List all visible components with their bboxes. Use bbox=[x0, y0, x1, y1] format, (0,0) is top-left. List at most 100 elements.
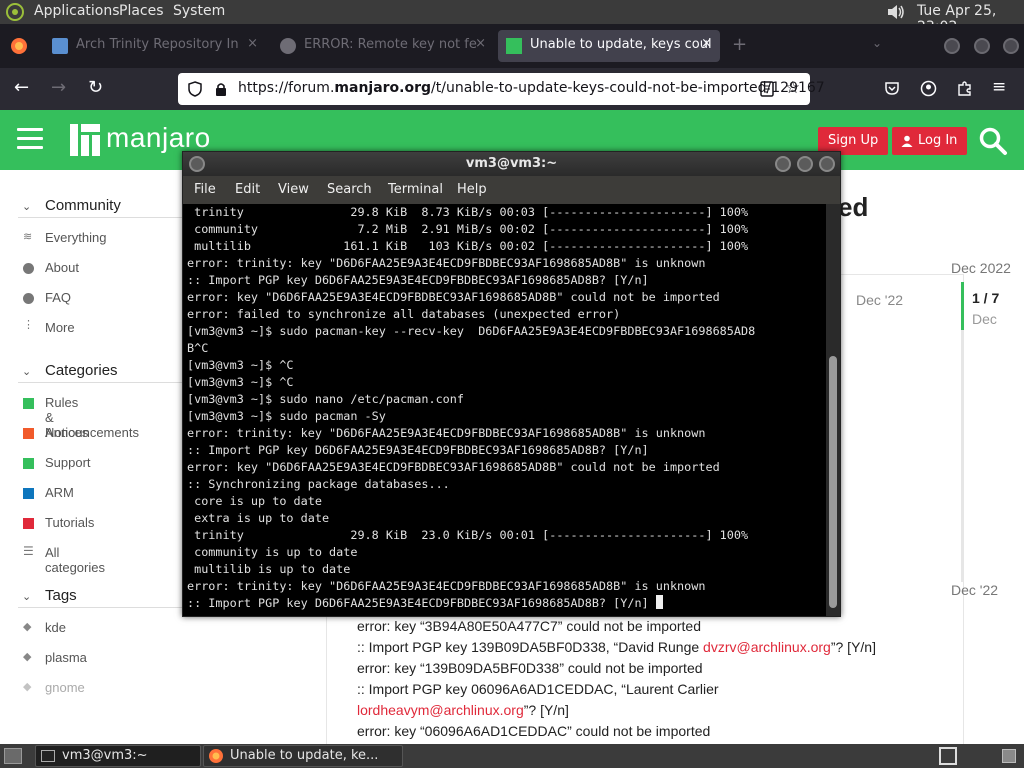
scrollbar-thumb[interactable] bbox=[829, 356, 837, 608]
tab-title: Arch Trinity Repository In bbox=[76, 37, 239, 52]
terminal-line: extra is up to date bbox=[187, 511, 330, 525]
section-title: Community bbox=[45, 197, 121, 214]
terminal-line: multilib 161.1 KiB 103 KiB/s 00:02 [----… bbox=[187, 239, 749, 253]
terminal-line: error: trinity: key "D6D6FAA25E9A3E4ECD9… bbox=[187, 426, 706, 440]
maximize-button[interactable] bbox=[797, 156, 813, 172]
system-logo-icon[interactable] bbox=[5, 2, 25, 22]
post-text-segment: ”? [Y/n] bbox=[523, 702, 569, 718]
places-menu[interactable]: Places bbox=[119, 3, 164, 19]
list-icon: ☰ bbox=[23, 544, 34, 558]
menu-help[interactable]: Help bbox=[457, 182, 487, 197]
post-date[interactable]: Dec '22 bbox=[856, 292, 903, 308]
hamburger-menu-icon[interactable] bbox=[17, 128, 43, 150]
app-menu-icon[interactable]: ≡ bbox=[992, 77, 1006, 97]
more-icon: ⋮ bbox=[23, 319, 34, 331]
chevron-down-icon: ⌄ bbox=[22, 591, 32, 603]
tab-github-error[interactable]: ERROR: Remote key not fe × bbox=[272, 30, 494, 62]
terminal-output[interactable]: trinity 29.8 KiB 8.73 KiB/s 00:03 [-----… bbox=[183, 204, 826, 616]
terminal-line: core is up to date bbox=[187, 494, 322, 508]
terminal-line: [vm3@vm3 ~]$ sudo nano /etc/pacman.conf bbox=[187, 392, 464, 406]
log-in-button[interactable]: Log In bbox=[892, 127, 968, 155]
sidebar-section-tags[interactable]: ⌄ Tags bbox=[18, 586, 188, 608]
post-body: error: key “3B94A80E50A477C7” could not … bbox=[357, 616, 876, 742]
menu-terminal[interactable]: Terminal bbox=[388, 182, 443, 197]
post-text-segment: error: key “3B94A80E50A477C7” could not … bbox=[357, 618, 701, 634]
github-favicon-icon bbox=[280, 38, 296, 54]
search-icon[interactable] bbox=[978, 126, 1008, 156]
forward-button[interactable]: → bbox=[51, 78, 66, 98]
bottom-panel: vm3@vm3:~ Unable to update, ke... bbox=[0, 744, 1024, 768]
firefox-icon bbox=[209, 749, 223, 763]
maximize-button[interactable] bbox=[974, 38, 990, 54]
terminal-titlebar[interactable]: vm3@vm3:~ bbox=[183, 152, 840, 176]
tab-close-icon[interactable]: × bbox=[701, 36, 712, 51]
url-text[interactable]: https://forum.manjaro.org/t/unable-to-up… bbox=[238, 80, 825, 96]
terminal-line: [vm3@vm3 ~]$ sudo pacman-key --recv-key … bbox=[187, 324, 756, 338]
reload-button[interactable]: ↻ bbox=[88, 78, 103, 98]
manjaro-favicon-icon bbox=[506, 38, 522, 54]
reader-view-icon[interactable] bbox=[760, 81, 774, 97]
menu-view[interactable]: View bbox=[278, 182, 309, 197]
manjaro-logo-text[interactable]: manjaro bbox=[106, 122, 211, 154]
category-swatch bbox=[23, 428, 34, 439]
question-icon bbox=[23, 293, 34, 304]
timeline-handle[interactable] bbox=[961, 282, 964, 330]
trash-icon[interactable] bbox=[1002, 749, 1016, 763]
lock-icon[interactable] bbox=[214, 81, 228, 97]
tab-close-icon[interactable]: × bbox=[247, 36, 258, 51]
category-swatch bbox=[23, 458, 34, 469]
workspace-switcher-icon[interactable] bbox=[939, 747, 957, 765]
category-swatch bbox=[23, 398, 34, 409]
new-tab-button[interactable]: + bbox=[732, 34, 747, 55]
sidebar-section-community[interactable]: ⌄ Community bbox=[18, 196, 188, 218]
tag-icon: ◆ bbox=[23, 621, 32, 633]
timeline-start-date[interactable]: Dec 2022 bbox=[951, 260, 1011, 276]
menu-edit[interactable]: Edit bbox=[235, 182, 260, 197]
taskbar-item-firefox[interactable]: Unable to update, ke... bbox=[203, 745, 403, 767]
volume-icon[interactable] bbox=[885, 1, 907, 23]
post-text-segment: error: key “139B09DA5BF0D338” could not … bbox=[357, 660, 703, 676]
terminal-window[interactable]: vm3@vm3:~ File Edit View Search Terminal… bbox=[182, 151, 841, 617]
terminal-line: B^C bbox=[187, 341, 209, 355]
tab-close-icon[interactable]: × bbox=[475, 36, 486, 51]
topic-title: ed bbox=[838, 192, 869, 222]
menu-file[interactable]: File bbox=[194, 182, 216, 197]
terminal-title: vm3@vm3:~ bbox=[465, 156, 558, 171]
firefox-view-icon[interactable] bbox=[10, 37, 28, 55]
tag-icon: ◆ bbox=[23, 651, 32, 663]
tab-manjaro-forum[interactable]: Unable to update, keys coul × bbox=[498, 30, 720, 62]
terminal-line: error: trinity: key "D6D6FAA25E9A3E4ECD9… bbox=[187, 256, 706, 270]
minimize-button[interactable] bbox=[775, 156, 791, 172]
email-link[interactable]: lordheavym@archlinux.org bbox=[357, 702, 524, 718]
tab-list-chevron-icon[interactable]: ⌄ bbox=[872, 36, 882, 50]
manjaro-logo-icon[interactable] bbox=[70, 124, 100, 156]
terminal-line: :: Synchronizing package databases... bbox=[187, 477, 450, 491]
close-button[interactable] bbox=[819, 156, 835, 172]
timeline-position[interactable]: 1 / 7 bbox=[972, 290, 999, 306]
shield-icon[interactable] bbox=[187, 81, 203, 97]
bookmark-star-icon[interactable]: ☆ bbox=[785, 78, 800, 98]
timeline-end-date[interactable]: Dec '22 bbox=[951, 582, 998, 598]
show-desktop-icon[interactable] bbox=[4, 748, 22, 764]
terminal-line: :: Import PGP key D6D6FAA25E9A3E4ECD9FBD… bbox=[187, 443, 649, 457]
url-bar[interactable]: https://forum.manjaro.org/t/unable-to-up… bbox=[178, 73, 825, 105]
window-menu-button[interactable] bbox=[189, 156, 205, 172]
account-icon[interactable] bbox=[920, 80, 937, 97]
close-window-button[interactable] bbox=[1003, 38, 1019, 54]
terminal-line: error: failed to synchronize all databas… bbox=[187, 307, 621, 321]
taskbar-item-terminal[interactable]: vm3@vm3:~ bbox=[35, 745, 201, 767]
applications-menu[interactable]: Applications bbox=[34, 3, 120, 19]
tab-arch-trinity[interactable]: Arch Trinity Repository In × bbox=[44, 30, 266, 62]
menu-search[interactable]: Search bbox=[327, 182, 372, 197]
pocket-icon[interactable] bbox=[884, 80, 900, 96]
system-menu[interactable]: System bbox=[173, 3, 225, 19]
back-button[interactable]: ← bbox=[14, 78, 29, 98]
terminal-line: trinity 29.8 KiB 8.73 KiB/s 00:03 [-----… bbox=[187, 205, 749, 219]
minimize-button[interactable] bbox=[944, 38, 960, 54]
email-link[interactable]: dvzrv@archlinux.org bbox=[703, 639, 831, 655]
text-cursor bbox=[655, 595, 663, 609]
sidebar-section-categories[interactable]: ⌄ Categories bbox=[18, 361, 188, 383]
post-text-segment: :: Import PGP key 139B09DA5BF0D338, “Dav… bbox=[357, 639, 704, 655]
terminal-scrollbar[interactable] bbox=[826, 204, 840, 616]
extensions-icon[interactable] bbox=[956, 80, 973, 97]
